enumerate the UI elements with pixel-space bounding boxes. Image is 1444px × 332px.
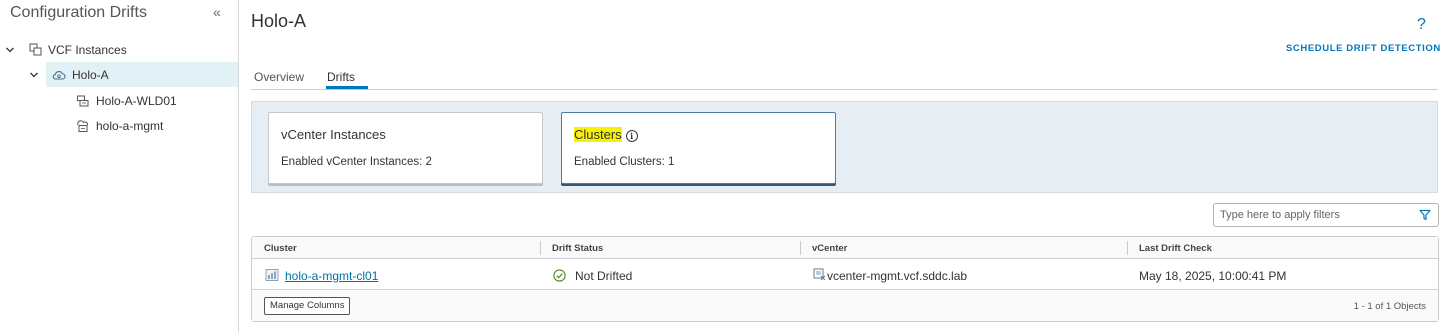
cloud-instance-icon (52, 68, 66, 82)
column-separator[interactable] (800, 241, 801, 255)
column-header-cluster[interactable]: Cluster (264, 243, 297, 254)
schedule-drift-detection-button[interactable]: SCHEDULE DRIFT DETECTION (1286, 43, 1441, 54)
column-separator[interactable] (540, 241, 541, 255)
manage-columns-button[interactable]: Manage Columns (264, 297, 351, 315)
filter-input[interactable] (1220, 207, 1410, 223)
card-title: Clusters (574, 127, 622, 142)
tree-item-holo-a[interactable]: Holo-A (0, 62, 238, 87)
active-tab-indicator (326, 86, 368, 89)
sidebar: Configuration Drifts « VCF Instances Hol… (0, 0, 239, 332)
table-row: holo-a-mgmt-cl01 Not Drifted vcenter-mgm… (252, 260, 1438, 290)
vcf-instances-icon (29, 43, 43, 57)
column-separator[interactable] (1127, 241, 1128, 255)
filter-box (1213, 203, 1439, 227)
tree-item-holo-a-wld01[interactable]: Holo-A-WLD01 (0, 88, 238, 113)
help-icon[interactable]: ? (1417, 16, 1426, 34)
vcenter-icon (813, 268, 826, 281)
clusters-datagrid: Cluster Drift Status vCenter Last Drift … (251, 236, 1439, 322)
column-header-last-drift-check[interactable]: Last Drift Check (1139, 243, 1212, 254)
card-title: vCenter Instances (281, 127, 386, 142)
workload-domain-icon (76, 94, 90, 108)
tree-item-holo-a-mgmt[interactable]: holo-a-mgmt (0, 113, 238, 138)
grid-header: Cluster Drift Status vCenter Last Drift … (252, 237, 1438, 259)
main-content: Holo-A ? SCHEDULE DRIFT DETECTION Overvi… (240, 0, 1444, 332)
column-header-drift-status[interactable]: Drift Status (552, 243, 603, 254)
tree-item-label: holo-a-mgmt (96, 119, 164, 133)
tree-item-label: Holo-A (72, 68, 109, 82)
collapse-sidebar-button[interactable]: « (213, 5, 227, 19)
cluster-link[interactable]: holo-a-mgmt-cl01 (285, 269, 378, 283)
cluster-icon (265, 268, 279, 282)
tree-item-vcf-instances[interactable]: VCF Instances (0, 37, 238, 62)
chevron-down-icon[interactable] (5, 45, 15, 55)
grid-footer: Manage Columns 1 - 1 of 1 Objects (252, 291, 1438, 321)
last-drift-check-text: May 18, 2025, 10:00:41 PM (1139, 269, 1287, 283)
column-header-vcenter[interactable]: vCenter (812, 243, 847, 254)
info-icon[interactable]: i (625, 130, 638, 142)
tab-drifts[interactable]: Drifts (327, 70, 355, 84)
card-subtitle: Enabled Clusters: 1 (574, 156, 675, 168)
sidebar-title: Configuration Drifts (10, 4, 147, 21)
chevron-down-icon[interactable] (29, 70, 39, 80)
drift-status-text: Not Drifted (575, 269, 633, 283)
vcenter-text: vcenter-mgmt.vcf.sddc.lab (827, 269, 968, 283)
tab-overview[interactable]: Overview (254, 70, 304, 84)
pagination-info: 1 - 1 of 1 Objects (1353, 301, 1426, 312)
card-title-wrap: Clusters i (574, 127, 638, 142)
tab-bar: Overview Drifts (251, 64, 1438, 90)
tree-item-label: Holo-A-WLD01 (96, 94, 177, 108)
tree-item-label: VCF Instances (48, 43, 127, 57)
summary-cards-panel: vCenter Instances Enabled vCenter Instan… (251, 101, 1438, 193)
page-title: Holo-A (251, 11, 307, 31)
filter-icon[interactable] (1419, 209, 1431, 221)
card-subtitle: Enabled vCenter Instances: 2 (281, 156, 432, 168)
management-domain-icon (76, 119, 90, 133)
clusters-card[interactable]: Clusters i Enabled Clusters: 1 (561, 112, 836, 184)
check-circle-icon (553, 269, 566, 282)
vcenter-instances-card[interactable]: vCenter Instances Enabled vCenter Instan… (268, 112, 543, 184)
